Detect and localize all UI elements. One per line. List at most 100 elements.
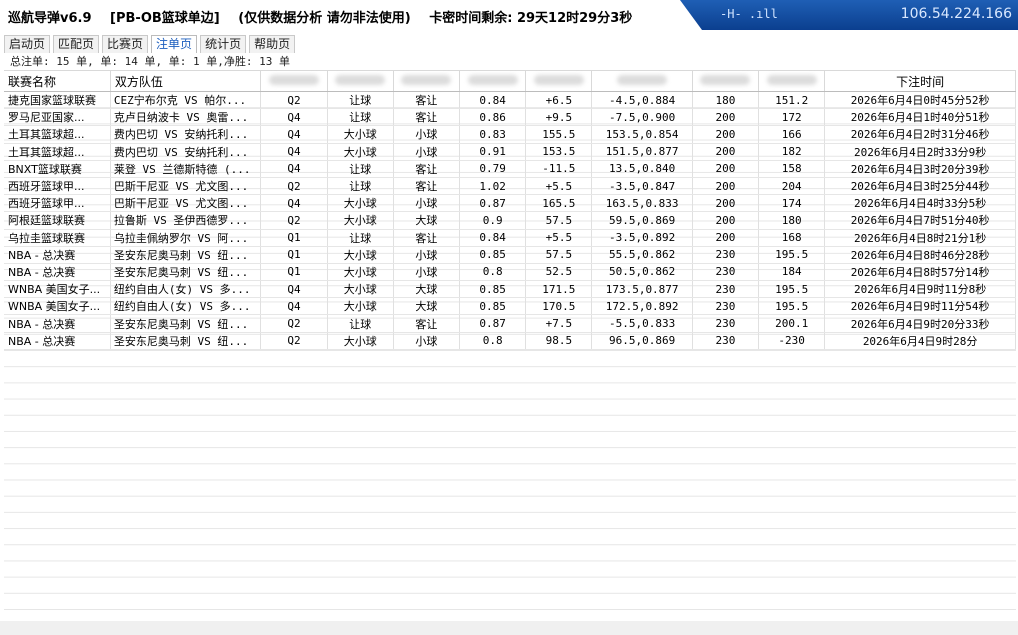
app-name: 巡航导弹v6.9 bbox=[8, 11, 92, 26]
table-row[interactable]: NBA - 总决赛 圣安东尼奥马刺 VS 纽... Q1 大小球 小球 0.85 57.5 5… bbox=[4, 246, 1016, 264]
table-cell: 乌拉圭篮球联赛 bbox=[4, 229, 111, 247]
table-cell: -4.5,0.884 bbox=[591, 91, 693, 110]
table-cell: 客让 bbox=[393, 160, 461, 178]
col-stake[interactable] bbox=[692, 71, 760, 92]
table-cell: 客让 bbox=[393, 91, 461, 110]
table-cell: 土耳其篮球超... bbox=[4, 125, 111, 144]
table-cell: 151.5,0.877 bbox=[591, 143, 693, 161]
col-ref[interactable] bbox=[591, 71, 693, 92]
bets-table: 联赛名称 双方队伍 下注时间 捷克国家篮球联赛 CEZ宁布尔克 VS 帕尔... Q… bbox=[4, 71, 1016, 350]
col-odds[interactable] bbox=[459, 71, 527, 92]
col-quarter[interactable] bbox=[260, 71, 328, 92]
table-row[interactable]: 阿根廷篮球联赛 拉鲁斯 VS 圣伊西德罗... Q2 大小球 大球 0.9 57.5 59.5… bbox=[4, 211, 1016, 230]
tab-help[interactable]: 帮助页 bbox=[249, 35, 296, 53]
table-cell: 巴斯干尼亚 VS 尤文图... bbox=[110, 177, 262, 196]
table-cell: Q4 bbox=[260, 108, 328, 127]
col-teams[interactable]: 双方队伍 bbox=[110, 71, 262, 92]
table-cell: 大球 bbox=[393, 280, 461, 299]
table-cell: 158 bbox=[758, 160, 826, 178]
table-header: 联赛名称 双方队伍 下注时间 bbox=[4, 71, 1016, 92]
table-cell: CEZ宁布尔克 VS 帕尔... bbox=[110, 91, 262, 110]
table-cell: 让球 bbox=[327, 91, 394, 110]
window-title: 巡航导弹v6.9 [PB-OB篮球单边] (仅供数据分析 请勿非法使用) 卡密时… bbox=[8, 7, 646, 26]
table-row[interactable]: 土耳其篮球超... 费内巴切 VS 安纳托利... Q4 大小球 小球 0.83 155.5… bbox=[4, 125, 1016, 144]
table-cell: 174 bbox=[758, 194, 826, 213]
tab-games[interactable]: 比赛页 bbox=[102, 35, 149, 53]
table-row[interactable]: WNBA 美国女子... 纽约自由人(女) VS 多... Q4 大小球 大球 0.85 1… bbox=[4, 280, 1016, 299]
table-cell: 50.5,0.862 bbox=[591, 263, 693, 282]
table-row[interactable]: 罗马尼亚国家... 克卢日纳波卡 VS 奥雷... Q4 让球 客让 0.86 +9.5 -7… bbox=[4, 108, 1016, 127]
table-cell: NBA - 总决赛 bbox=[4, 263, 111, 282]
table-cell: 大球 bbox=[393, 211, 461, 230]
table-cell: Q4 bbox=[260, 160, 328, 178]
table-cell: 0.91 bbox=[459, 143, 527, 161]
table-cell: 0.79 bbox=[459, 160, 527, 178]
table-cell: 小球 bbox=[393, 194, 461, 213]
table-cell: Q1 bbox=[260, 229, 328, 247]
table-row[interactable]: 土耳其篮球超... 费内巴切 VS 安纳托利... Q4 大小球 小球 0.91 153.5… bbox=[4, 143, 1016, 161]
table-cell: 巴斯干尼亚 VS 尤文图... bbox=[110, 194, 262, 213]
table-cell: 客让 bbox=[393, 177, 461, 196]
col-bet-time[interactable]: 下注时间 bbox=[824, 71, 1016, 92]
table-cell: 200 bbox=[692, 229, 760, 247]
table-cell: 纽约自由人(女) VS 多... bbox=[110, 297, 262, 316]
table-row[interactable]: NBA - 总决赛 圣安东尼奥马刺 VS 纽... Q2 让球 客让 0.87 +7.5 -5… bbox=[4, 314, 1016, 333]
table-row[interactable]: 西班牙篮球甲... 巴斯干尼亚 VS 尤文图... Q4 大小球 小球 0.87 165.5… bbox=[4, 194, 1016, 213]
table-cell: 2026年6月4日8时21分1秒 bbox=[824, 229, 1016, 247]
table-cell: 0.87 bbox=[459, 314, 527, 333]
ip-address: 106.54.224.166 bbox=[900, 6, 1012, 22]
tab-bar: 启动页 匹配页 比赛页 注单页 统计页 帮助页 bbox=[4, 35, 298, 53]
table-cell: -230 bbox=[758, 332, 826, 350]
table-cell: 200.1 bbox=[758, 314, 826, 333]
table-row[interactable]: WNBA 美国女子... 纽约自由人(女) VS 多... Q4 大小球 大球 0.85 1… bbox=[4, 297, 1016, 316]
table-cell: 纽约自由人(女) VS 多... bbox=[110, 280, 262, 299]
table-cell: 0.8 bbox=[459, 332, 527, 350]
table-cell: 171.5 bbox=[525, 280, 593, 299]
table-cell: 大小球 bbox=[327, 246, 394, 264]
table-row[interactable]: 乌拉圭篮球联赛 乌拉圭佩纳罗尔 VS 阿... Q1 让球 客让 0.84 +5.5 -3.5… bbox=[4, 229, 1016, 247]
table-row[interactable]: NBA - 总决赛 圣安东尼奥马刺 VS 纽... Q1 大小球 小球 0.8 52.5 50… bbox=[4, 263, 1016, 282]
table-cell: Q4 bbox=[260, 194, 328, 213]
table-cell: 59.5,0.869 bbox=[591, 211, 693, 230]
table-cell: 172.5,0.892 bbox=[591, 297, 693, 316]
table-cell: +5.5 bbox=[525, 177, 593, 196]
table-cell: 180 bbox=[758, 211, 826, 230]
status-bar bbox=[0, 621, 1018, 635]
table-cell: 圣安东尼奥马刺 VS 纽... bbox=[110, 263, 262, 282]
table-cell: 费内巴切 VS 安纳托利... bbox=[110, 125, 262, 144]
table-row[interactable]: BNXT篮球联赛 莱登 VS 兰德斯特德 (... Q4 让球 客让 0.79 -11.5 1… bbox=[4, 160, 1016, 178]
table-cell: 小球 bbox=[393, 125, 461, 144]
table-row[interactable]: 捷克国家篮球联赛 CEZ宁布尔克 VS 帕尔... Q2 让球 客让 0.84 +6.5 -4… bbox=[4, 91, 1016, 110]
table-cell: 153.5 bbox=[525, 143, 593, 161]
table-row[interactable]: NBA - 总决赛 圣安东尼奥马刺 VS 纽... Q2 大小球 小球 0.8 98.5 96… bbox=[4, 332, 1016, 350]
table-cell: Q4 bbox=[260, 280, 328, 299]
table-cell: 西班牙篮球甲... bbox=[4, 194, 111, 213]
col-market[interactable] bbox=[327, 71, 394, 92]
tab-match[interactable]: 匹配页 bbox=[53, 35, 100, 53]
tab-bets[interactable]: 注单页 bbox=[151, 35, 198, 53]
table-cell: 圣安东尼奥马刺 VS 纽... bbox=[110, 314, 262, 333]
table-cell: 151.2 bbox=[758, 91, 826, 110]
table-cell: -7.5,0.900 bbox=[591, 108, 693, 127]
tab-stats[interactable]: 统计页 bbox=[200, 35, 247, 53]
table-row[interactable]: 西班牙篮球甲... 巴斯干尼亚 VS 尤文图... Q2 让球 客让 1.02 +5.5 -3… bbox=[4, 177, 1016, 196]
tab-start[interactable]: 启动页 bbox=[4, 35, 51, 53]
table-cell: 0.84 bbox=[459, 91, 527, 110]
table-cell: 客让 bbox=[393, 314, 461, 333]
module-name: [PB-OB篮球单边] bbox=[110, 11, 220, 26]
table-cell: 0.85 bbox=[459, 246, 527, 264]
table-cell: 57.5 bbox=[525, 211, 593, 230]
col-line[interactable] bbox=[525, 71, 593, 92]
table-cell: 200 bbox=[692, 160, 760, 178]
table-cell: 200 bbox=[692, 194, 760, 213]
table-cell: 克卢日纳波卡 VS 奥雷... bbox=[110, 108, 262, 127]
col-side[interactable] bbox=[393, 71, 461, 92]
table-cell: 52.5 bbox=[525, 263, 593, 282]
table-cell: 230 bbox=[692, 332, 760, 350]
table-cell: 大小球 bbox=[327, 280, 394, 299]
table-cell: 173.5,0.877 bbox=[591, 280, 693, 299]
table-cell: 0.8 bbox=[459, 263, 527, 282]
table-cell: 182 bbox=[758, 143, 826, 161]
col-return[interactable] bbox=[758, 71, 826, 92]
col-league[interactable]: 联赛名称 bbox=[4, 71, 111, 92]
